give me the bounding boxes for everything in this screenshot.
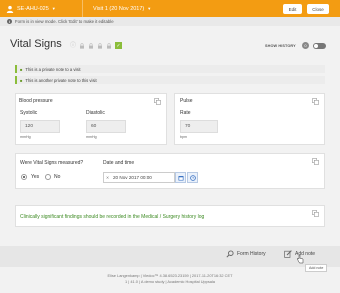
- check-icon: ✓: [115, 42, 122, 49]
- rate-label: Rate: [180, 110, 191, 116]
- chevron-down-icon: ▼: [51, 6, 56, 11]
- add-note-tooltip: Add note: [305, 264, 328, 272]
- pulse-title: Pulse: [180, 98, 193, 104]
- private-note[interactable]: ■ This is a private note to a visit: [15, 65, 325, 73]
- diastolic-input[interactable]: 60: [86, 120, 126, 133]
- info-icon: i: [7, 19, 12, 24]
- findings-message: Clinically significant findings should b…: [20, 214, 205, 220]
- hand-cursor-icon: [297, 254, 304, 264]
- lock-icon: ■: [20, 77, 23, 83]
- datetime-label: Date and time: [103, 160, 135, 166]
- form-history-label: Form History: [237, 251, 266, 257]
- copy-icon[interactable]: [312, 98, 319, 105]
- private-note-text: This is a private note to a visit: [25, 66, 81, 72]
- edit-button[interactable]: Edit: [283, 4, 302, 14]
- clock-icon: [189, 174, 196, 181]
- study-info-line: 1 | 41.0 | A demo study | Academic Hospi…: [125, 279, 215, 284]
- calendar-button[interactable]: [175, 172, 186, 183]
- measured-question: Were Vital Signs measured?: [20, 160, 84, 166]
- search-icon: [226, 250, 234, 258]
- yes-radio[interactable]: [21, 174, 27, 180]
- calendar-icon: [178, 175, 183, 180]
- rate-input[interactable]: 70: [180, 120, 218, 133]
- show-history-toggle[interactable]: [313, 43, 326, 49]
- form-title: Vital Signs: [10, 38, 62, 50]
- copy-icon[interactable]: [312, 210, 319, 217]
- close-button[interactable]: Close: [307, 4, 329, 14]
- lock-icon: [107, 42, 111, 49]
- show-history-label: SHOW HISTORY: [265, 44, 296, 48]
- datetime-value: 20 Nov 2017 00:00: [113, 175, 152, 180]
- copy-icon[interactable]: [154, 98, 161, 105]
- no-label: No: [54, 174, 61, 180]
- clear-icon[interactable]: ✕: [104, 175, 111, 180]
- copy-icon[interactable]: [312, 158, 319, 165]
- rate-unit: bpm: [180, 135, 187, 139]
- private-note[interactable]: ■ This is another private note to this v…: [15, 76, 325, 84]
- diastolic-label: Diastolic: [86, 110, 105, 116]
- vital-signs-measured-card: [15, 153, 325, 189]
- view-mode-info-bar: i Form is in view mode. Click 'Edit' to …: [0, 17, 340, 26]
- diastolic-unit: mmHg: [86, 135, 97, 139]
- subject-id: SE-AHU-025: [17, 5, 49, 12]
- lock-icon: [89, 42, 93, 49]
- history-count-badge: 0: [302, 42, 309, 49]
- no-radio[interactable]: [45, 174, 51, 180]
- datetime-input[interactable]: ✕ 20 Nov 2017 00:00: [103, 172, 175, 183]
- top-bar: SE-AHU-025 ▼ Visit 1 (20 Nov 2017) ▼ Edi…: [0, 0, 340, 17]
- findings-card: Clinically significant findings should b…: [15, 205, 325, 227]
- form-history-button[interactable]: Form History: [226, 250, 266, 258]
- subject-selector[interactable]: SE-AHU-025 ▼: [0, 0, 82, 17]
- lock-icon: [98, 42, 102, 49]
- blood-pressure-title: Blood pressure: [19, 98, 53, 104]
- pulse-card: [174, 93, 325, 145]
- visit-label: Visit 1 (20 Nov 2017): [93, 5, 145, 12]
- time-button[interactable]: [187, 172, 198, 183]
- lock-icon: [80, 42, 84, 49]
- private-note-text: This is another private note to this vis…: [25, 77, 97, 83]
- lock-icon: ■: [20, 66, 23, 72]
- systolic-label: Systolic: [20, 110, 38, 116]
- user-icon: [6, 5, 14, 13]
- yes-label: Yes: [31, 174, 40, 180]
- info-icon: ⓘ: [70, 42, 77, 49]
- systolic-unit: mmHg: [20, 135, 31, 139]
- edit-note-icon: [284, 250, 292, 258]
- systolic-input[interactable]: 120: [20, 120, 60, 133]
- visit-selector[interactable]: Visit 1 (20 Nov 2017) ▼: [82, 0, 222, 17]
- form-status-icons: ⓘ ✓: [70, 42, 122, 49]
- chevron-down-icon: ▼: [147, 6, 152, 11]
- signature-line: Elise Langenkamp | Viedoc™ 4.38.6523.231…: [107, 273, 233, 278]
- view-mode-message: Form is in view mode. Click 'Edit' to ma…: [15, 19, 114, 24]
